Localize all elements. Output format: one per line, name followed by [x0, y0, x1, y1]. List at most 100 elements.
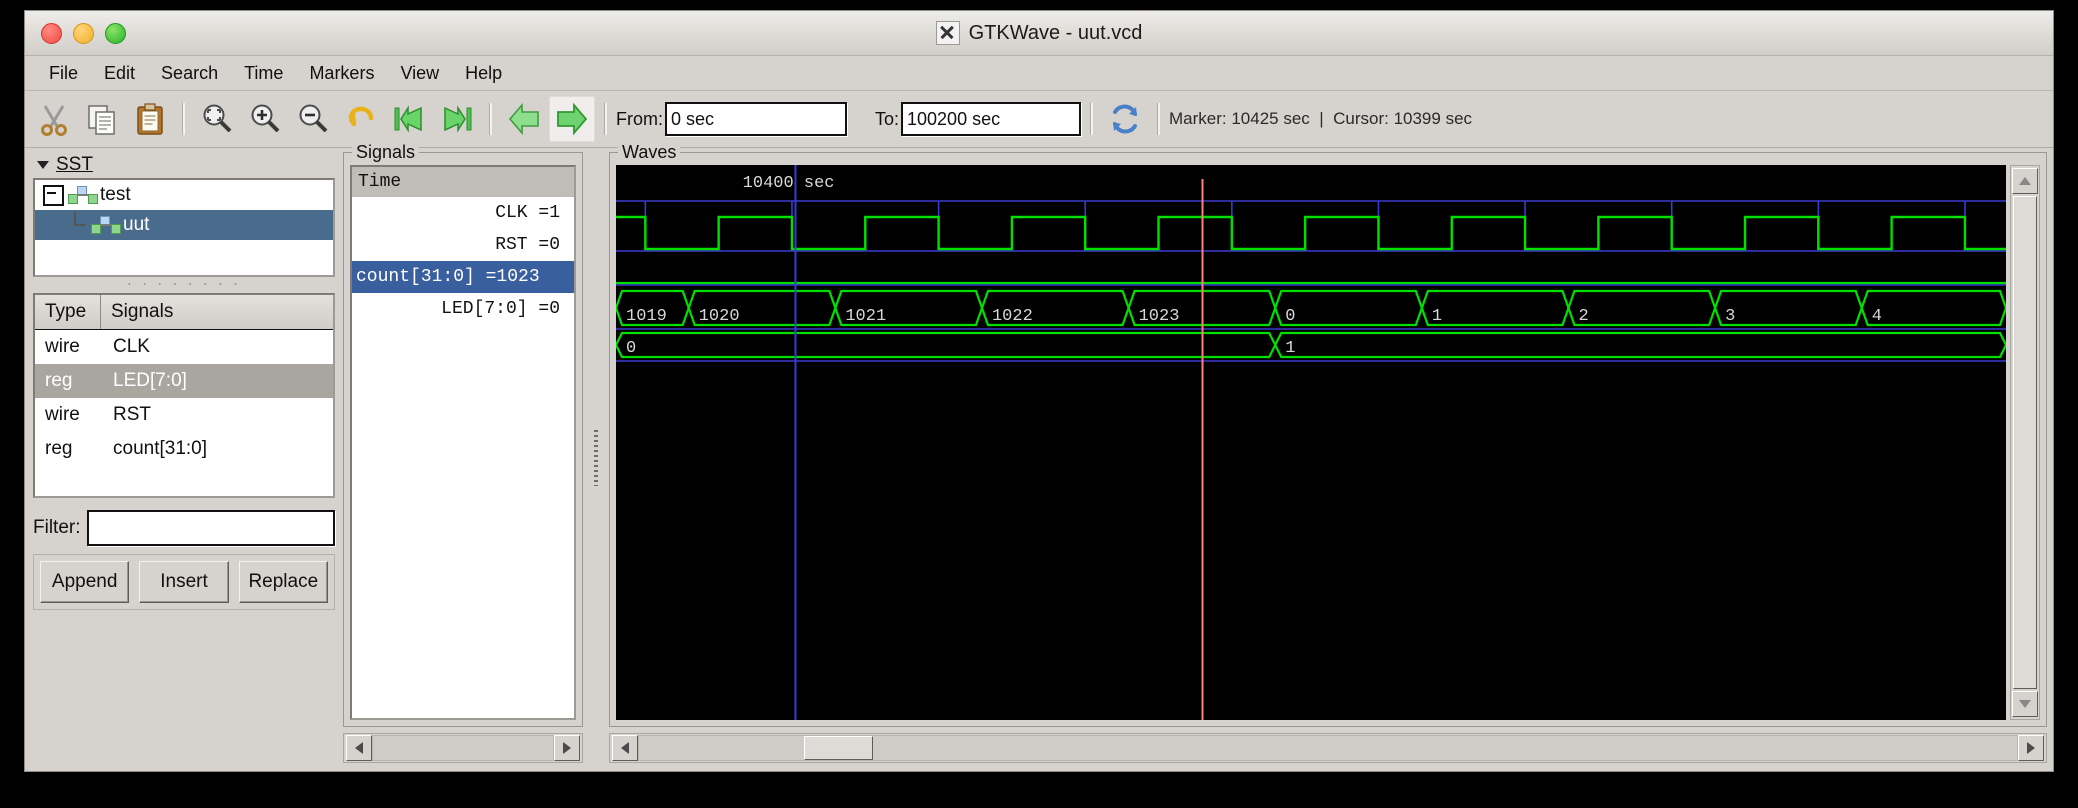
- waveform-canvas[interactable]: 10400 sec 1019 1020 1021 1022 1023 0 1 2 3 4 0 1: [616, 165, 2006, 720]
- tree-node-test[interactable]: test: [35, 180, 333, 210]
- svg-text:0: 0: [626, 339, 636, 358]
- zoom-out-button[interactable]: [290, 96, 336, 142]
- scroll-up-button[interactable]: [2012, 168, 2038, 194]
- module-icon: [91, 216, 121, 234]
- signal-name-list[interactable]: Time CLK =1 RST =0 count[31:0] =1023 LED…: [350, 165, 576, 720]
- scroll-right-button[interactable]: [554, 735, 580, 761]
- filter-row: Filter:: [33, 510, 335, 546]
- to-label: To:: [875, 108, 900, 129]
- menu-search[interactable]: Search: [149, 59, 230, 88]
- pane-splitter[interactable]: [589, 152, 603, 763]
- scroll-thumb[interactable]: [804, 736, 874, 760]
- zoom-fit-icon: [203, 104, 232, 133]
- module-icon: [68, 186, 98, 204]
- menu-time[interactable]: Time: [232, 59, 295, 88]
- table-empty-row: [35, 466, 333, 496]
- signals-frame: Signals Time CLK =1 RST =0 count[31:0] =…: [343, 142, 583, 727]
- up-arrow-icon: [2019, 177, 2031, 185]
- filter-label: Filter:: [33, 517, 81, 538]
- signal-row-led[interactable]: LED[7:0] =0: [352, 293, 574, 325]
- svg-text:1022: 1022: [992, 307, 1033, 326]
- toolbar-separator-5: [1157, 103, 1161, 135]
- reload-icon: [1113, 104, 1138, 134]
- to-input[interactable]: 100200 sec: [901, 102, 1082, 136]
- scroll-left-button[interactable]: [612, 735, 638, 761]
- window-title: GTKWave - uut.vcd: [968, 21, 1143, 44]
- signal-row-rst[interactable]: RST =0: [352, 229, 574, 261]
- go-to-start-button[interactable]: [386, 96, 432, 142]
- scroll-down-button[interactable]: [2012, 691, 2038, 717]
- insert-button[interactable]: Insert: [139, 561, 229, 603]
- reload-button[interactable]: [1102, 96, 1148, 142]
- menu-edit[interactable]: Edit: [92, 59, 147, 88]
- go-to-start-icon: [394, 105, 422, 133]
- right-arrow-icon: [2027, 742, 2035, 754]
- chevron-down-icon: [37, 161, 49, 169]
- tree-node-label: uut: [123, 214, 150, 235]
- tree-node-uut[interactable]: uut: [35, 210, 333, 240]
- down-arrow-icon: [2019, 700, 2031, 708]
- cell-type: wire: [45, 404, 80, 425]
- zoom-in-icon: [251, 104, 280, 133]
- tree-elbow-icon: [71, 210, 87, 234]
- table-row[interactable]: wire CLK: [35, 330, 333, 364]
- tool-bar: From: 0 sec To: 100200 sec Marker: 10425…: [25, 91, 2053, 148]
- zoom-undo-button[interactable]: [338, 96, 384, 142]
- svg-text:10400 sec: 10400 sec: [743, 174, 835, 193]
- column-header-type[interactable]: Type: [35, 295, 101, 329]
- signals-legend: Signals: [352, 142, 420, 163]
- scroll-trough[interactable]: [372, 735, 554, 761]
- sst-tree[interactable]: test uut: [33, 178, 335, 277]
- menu-markers[interactable]: Markers: [297, 59, 386, 88]
- left-arrow-icon: [621, 742, 629, 754]
- zoom-fit-button[interactable]: [194, 96, 240, 142]
- svg-text:2: 2: [1578, 307, 1588, 326]
- scroll-left-button[interactable]: [346, 735, 372, 761]
- time-column-header[interactable]: Time: [352, 167, 574, 197]
- menu-view[interactable]: View: [388, 59, 451, 88]
- back-button[interactable]: [501, 96, 547, 142]
- pane-resize-grip[interactable]: · · · · · · · ·: [31, 276, 337, 293]
- x-window-icon: [935, 21, 960, 45]
- replace-button[interactable]: Replace: [238, 561, 328, 603]
- cell-signal: CLK: [113, 336, 150, 357]
- table-row[interactable]: reg count[31:0]: [35, 432, 333, 466]
- cut-button[interactable]: [31, 96, 77, 142]
- forward-button[interactable]: [549, 96, 595, 142]
- back-arrow-icon: [508, 102, 539, 136]
- paste-icon: [137, 103, 163, 135]
- waves-horizontal-scrollbar[interactable]: [609, 733, 2047, 763]
- copy-button[interactable]: [79, 96, 125, 142]
- menu-file[interactable]: File: [37, 59, 90, 88]
- scroll-right-button[interactable]: [2018, 735, 2044, 761]
- go-to-end-button[interactable]: [434, 96, 480, 142]
- main-panes: SST test uut · · · · · · · · Type Signal…: [25, 142, 2053, 771]
- zoom-in-button[interactable]: [242, 96, 288, 142]
- paste-button[interactable]: [127, 96, 173, 142]
- sst-header[interactable]: SST: [31, 152, 337, 178]
- toolbar-separator-1: [182, 103, 185, 135]
- column-header-signals[interactable]: Signals: [101, 295, 333, 329]
- signal-row-count[interactable]: count[31:0] =1023: [352, 261, 574, 293]
- signal-row-clk[interactable]: CLK =1: [352, 197, 574, 229]
- from-input[interactable]: 0 sec: [665, 102, 847, 136]
- expander-minus-icon[interactable]: [43, 184, 64, 206]
- append-button[interactable]: Append: [40, 561, 130, 603]
- scroll-trough[interactable]: [638, 735, 2018, 761]
- signals-horizontal-scrollbar[interactable]: [343, 733, 583, 763]
- sst-signal-table[interactable]: Type Signals wire CLK reg LED[7:0] wire …: [33, 293, 335, 498]
- svg-text:1020: 1020: [699, 307, 740, 326]
- table-row[interactable]: wire RST: [35, 398, 333, 432]
- toolbar-separator-2: [489, 103, 492, 135]
- table-header: Type Signals: [35, 295, 333, 330]
- table-row[interactable]: reg LED[7:0]: [35, 364, 333, 398]
- waves-panel: Waves 10400 sec 1019 1020 1021 1022 1023 0 1 2 3 4…: [609, 142, 2047, 763]
- waveform-svg: 10400 sec 1019 1020 1021 1022 1023 0 1 2 3 4 0 1: [616, 165, 2006, 720]
- waves-frame: Waves 10400 sec 1019 1020 1021 1022 1023 0 1 2 3 4…: [609, 142, 2047, 727]
- svg-text:3: 3: [1725, 307, 1735, 326]
- waves-vertical-scrollbar[interactable]: [2010, 165, 2040, 720]
- menu-help[interactable]: Help: [453, 59, 514, 88]
- filter-input[interactable]: [86, 510, 335, 546]
- scroll-trough[interactable]: [2013, 196, 2037, 689]
- go-to-end-icon: [444, 105, 472, 133]
